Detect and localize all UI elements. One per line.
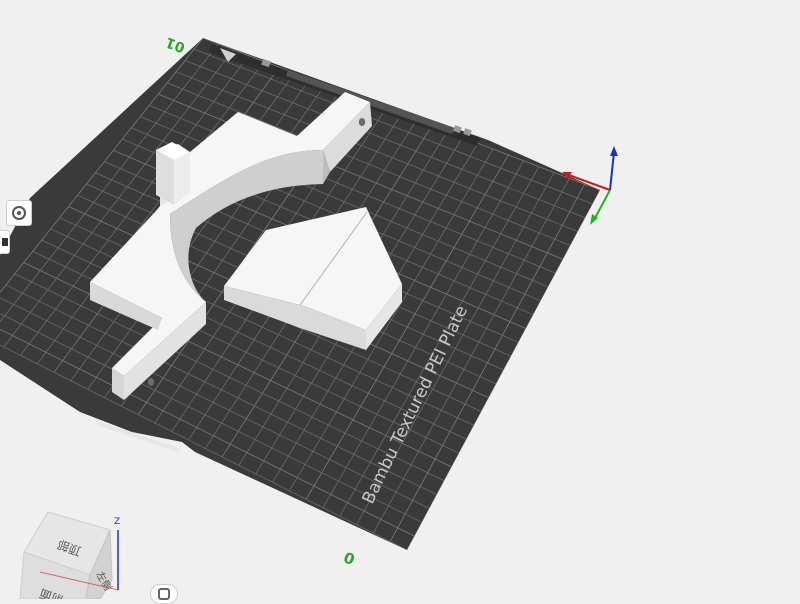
scene-svg[interactable]: Bambu Textured PEI Plate 01 0 顶部 前面 左侧 Z xyxy=(0,0,800,604)
3d-viewport[interactable]: Bambu Textured PEI Plate 01 0 顶部 前面 左侧 Z xyxy=(0,0,800,604)
assemble-view-button[interactable] xyxy=(0,230,10,254)
plate-corner-label-bottom: 0 xyxy=(341,548,357,568)
plate-corner-label-top: 01 xyxy=(164,34,188,56)
rotate-view-button[interactable] xyxy=(150,584,178,604)
view-cube[interactable]: 顶部 前面 左侧 Z xyxy=(19,511,120,604)
fit-view-icon xyxy=(12,206,26,220)
view-cube-z-label: Z xyxy=(114,517,120,527)
assemble-view-icon xyxy=(2,238,8,246)
rotate-view-icon xyxy=(158,588,170,600)
fit-view-button[interactable] xyxy=(6,200,32,226)
